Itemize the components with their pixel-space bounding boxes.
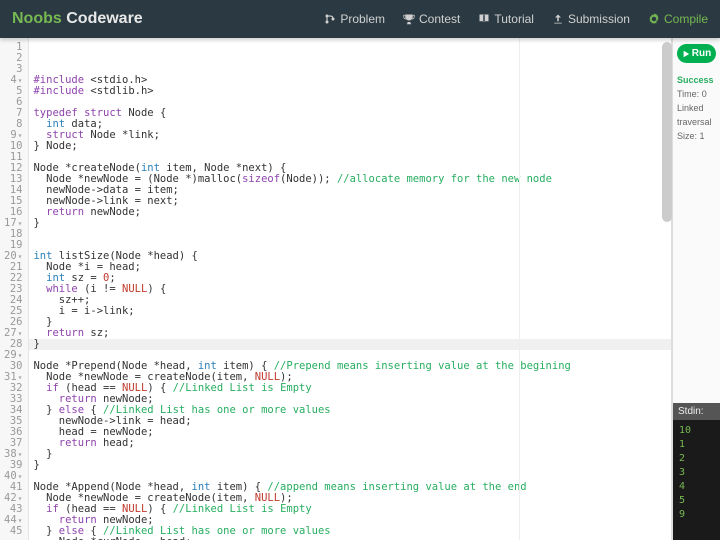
fold-icon[interactable]: ▾ bbox=[18, 351, 23, 360]
fold-icon[interactable]: ▾ bbox=[18, 131, 23, 140]
gear-icon bbox=[648, 13, 660, 25]
output-line: Linked bbox=[677, 101, 718, 115]
fold-icon[interactable]: ▾ bbox=[18, 373, 23, 382]
run-button[interactable]: Run bbox=[677, 44, 716, 63]
book-icon bbox=[478, 13, 490, 25]
nav-compile-label: Compile bbox=[664, 12, 708, 26]
editor-body: 1234▾56789▾1011121314151617▾181920▾21222… bbox=[0, 38, 672, 540]
upload-icon bbox=[552, 13, 564, 25]
nav-items: Problem Contest Tutorial Submission bbox=[324, 12, 708, 26]
sidebar-right: Run Success Time: 0 Linked traversal Siz… bbox=[672, 38, 720, 540]
line-gutter: 1234▾56789▾1011121314151617▾181920▾21222… bbox=[0, 38, 29, 540]
nav-tutorial-label: Tutorial bbox=[494, 12, 534, 26]
navbar: Noobs Codeware Problem Contest Tutoria bbox=[0, 0, 720, 38]
code-line[interactable]: Node *i = head; bbox=[33, 262, 671, 273]
app-root: Noobs Codeware Problem Contest Tutoria bbox=[0, 0, 720, 540]
run-row: Run bbox=[673, 38, 720, 69]
nav-problem-label: Problem bbox=[340, 12, 385, 26]
stdin-line: 3 bbox=[679, 466, 714, 480]
nav-compile[interactable]: Compile bbox=[648, 12, 708, 26]
code-line[interactable]: } bbox=[33, 449, 671, 460]
code-line[interactable]: i = i->link; bbox=[33, 306, 671, 317]
run-label: Run bbox=[692, 48, 711, 59]
print-margin bbox=[519, 38, 520, 540]
main: 1234▾56789▾1011121314151617▾181920▾21222… bbox=[0, 38, 720, 540]
line-number: 45 bbox=[4, 526, 22, 537]
output-line: traversal bbox=[677, 115, 718, 129]
nav-submission[interactable]: Submission bbox=[552, 12, 630, 26]
code-line[interactable]: return newNode; bbox=[33, 207, 671, 218]
play-icon bbox=[682, 50, 690, 58]
fold-icon[interactable]: ▾ bbox=[18, 450, 23, 459]
editor-scrollbar[interactable] bbox=[662, 42, 672, 222]
code-line[interactable]: } bbox=[29, 339, 671, 350]
fold-icon[interactable]: ▾ bbox=[18, 252, 23, 261]
fold-icon[interactable]: ▾ bbox=[18, 494, 23, 503]
brand-part-b: Codeware bbox=[66, 10, 142, 27]
code-line[interactable]: return sz; bbox=[33, 328, 671, 339]
time-row: Time: 0 bbox=[677, 87, 718, 101]
code-line[interactable]: } Node; bbox=[33, 141, 671, 152]
editor-column: 1234▾56789▾1011121314151617▾181920▾21222… bbox=[0, 38, 672, 540]
stdin-line: 9 bbox=[679, 508, 714, 522]
stdin-body[interactable]: 10123459 bbox=[673, 420, 720, 540]
code-line[interactable]: #include <stdlib.h> bbox=[33, 86, 671, 97]
fold-icon[interactable]: ▾ bbox=[18, 329, 23, 338]
stdin-line: 5 bbox=[679, 494, 714, 508]
code-area[interactable]: #include <stdio.h>#include <stdlib.h> ty… bbox=[29, 38, 671, 540]
nav-problem[interactable]: Problem bbox=[324, 12, 385, 26]
code-line[interactable]: } bbox=[33, 218, 671, 229]
fold-icon[interactable]: ▾ bbox=[18, 76, 23, 85]
stdin-line: 10 bbox=[679, 424, 714, 438]
fold-icon[interactable]: ▾ bbox=[18, 472, 23, 481]
stdin-line: 2 bbox=[679, 452, 714, 466]
code-line[interactable] bbox=[33, 229, 671, 240]
code-line[interactable]: typedef struct Node { bbox=[33, 108, 671, 119]
brand-part-a: Noobs bbox=[12, 10, 62, 27]
stdin-line: 4 bbox=[679, 480, 714, 494]
branch-icon bbox=[324, 13, 336, 25]
code-line[interactable]: while (i != NULL) { bbox=[33, 284, 671, 295]
size-row: Size: 1 bbox=[677, 129, 718, 143]
brand[interactable]: Noobs Codeware bbox=[12, 10, 143, 28]
nav-contest-label: Contest bbox=[419, 12, 460, 26]
code-line[interactable]: struct Node *link; bbox=[33, 130, 671, 141]
nav-tutorial[interactable]: Tutorial bbox=[478, 12, 534, 26]
code-line[interactable]: } bbox=[33, 317, 671, 328]
nav-submission-label: Submission bbox=[568, 12, 630, 26]
fold-icon[interactable]: ▾ bbox=[18, 516, 23, 525]
nav-contest[interactable]: Contest bbox=[403, 12, 460, 26]
fold-icon[interactable]: ▾ bbox=[18, 219, 23, 228]
trophy-icon bbox=[403, 13, 415, 25]
stdin-panel: Stdin: 10123459 bbox=[673, 403, 720, 540]
status-text: Success bbox=[677, 73, 718, 87]
stdin-line: 1 bbox=[679, 438, 714, 452]
results-panel: Success Time: 0 Linked traversal Size: 1 bbox=[673, 69, 720, 147]
stdin-header: Stdin: bbox=[673, 403, 720, 420]
code-line[interactable]: return head; bbox=[33, 438, 671, 449]
code-line[interactable]: } bbox=[33, 460, 671, 471]
